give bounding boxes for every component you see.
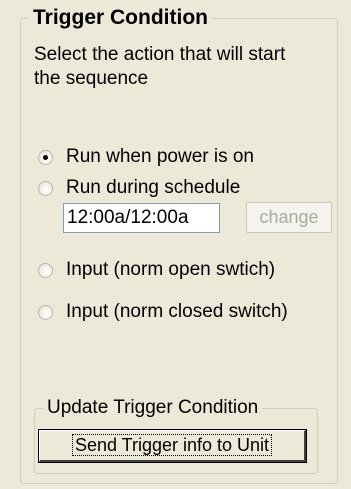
send-trigger-button[interactable]: Send Trigger info to Unit <box>38 429 307 463</box>
radio-input-norm-closed-label: Input (norm closed switch) <box>66 301 288 322</box>
radio-run-power-on[interactable]: Run when power is on <box>38 145 254 169</box>
radio-button-selected[interactable] <box>38 149 53 165</box>
trigger-condition-title: Trigger Condition <box>29 6 212 30</box>
radio-button[interactable] <box>38 304 53 320</box>
radio-input-norm-open[interactable]: Input (norm open swtich) <box>38 258 275 282</box>
schedule-time-field[interactable]: 12:00a/12:00a <box>63 203 220 233</box>
change-schedule-button[interactable]: change <box>246 202 332 233</box>
update-trigger-title: Update Trigger Condition <box>43 397 263 419</box>
update-trigger-group: Update Trigger Condition Send Trigger in… <box>34 397 318 474</box>
radio-button[interactable] <box>38 262 53 278</box>
radio-input-norm-closed[interactable]: Input (norm closed switch) <box>38 300 288 324</box>
radio-run-during-schedule[interactable]: Run during schedule <box>38 176 240 200</box>
radio-run-power-on-label: Run when power is on <box>66 146 254 167</box>
trigger-description: Select the action that will start the se… <box>34 44 286 89</box>
radio-input-norm-open-label: Input (norm open swtich) <box>66 259 276 280</box>
send-trigger-button-label: Send Trigger info to Unit <box>71 434 273 456</box>
radio-run-during-schedule-label: Run during schedule <box>66 177 241 198</box>
radio-button[interactable] <box>38 180 53 196</box>
